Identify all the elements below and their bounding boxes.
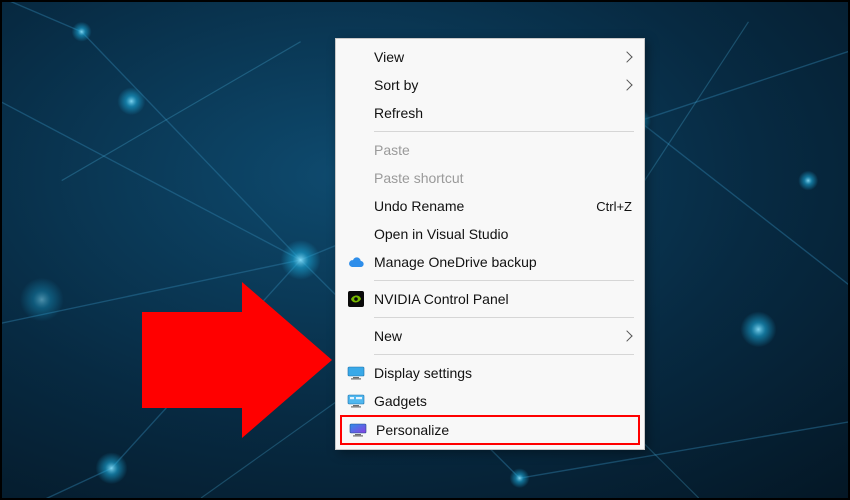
menu-item-display-settings[interactable]: Display settings <box>336 359 644 387</box>
menu-item-undo-rename[interactable]: Undo Rename Ctrl+Z <box>336 192 644 220</box>
blank-icon <box>344 327 368 345</box>
menu-item-gadgets[interactable]: Gadgets <box>336 387 644 415</box>
menu-item-label: Paste shortcut <box>374 170 634 186</box>
menu-separator <box>374 354 634 355</box>
blank-icon <box>344 225 368 243</box>
chevron-right-icon <box>621 79 632 90</box>
menu-separator <box>374 280 634 281</box>
menu-separator <box>374 317 634 318</box>
blank-icon <box>344 76 368 94</box>
desktop-context-menu: View Sort by Refresh Paste Paste shortcu… <box>335 38 645 450</box>
menu-item-label: Sort by <box>374 77 623 93</box>
blank-icon <box>344 169 368 187</box>
menu-item-label: New <box>374 328 623 344</box>
menu-item-paste: Paste <box>336 136 644 164</box>
blank-icon <box>344 48 368 66</box>
menu-item-sort-by[interactable]: Sort by <box>336 71 644 99</box>
menu-item-refresh[interactable]: Refresh <box>336 99 644 127</box>
menu-item-nvidia-control-panel[interactable]: NVIDIA Control Panel <box>336 285 644 313</box>
blank-icon <box>344 141 368 159</box>
menu-item-label: Display settings <box>374 365 634 381</box>
chevron-right-icon <box>621 51 632 62</box>
cloud-icon <box>344 253 368 271</box>
menu-item-label: View <box>374 49 623 65</box>
menu-item-label: Personalize <box>376 422 632 438</box>
menu-item-new[interactable]: New <box>336 322 644 350</box>
gadgets-icon <box>344 392 368 410</box>
menu-item-open-visual-studio[interactable]: Open in Visual Studio <box>336 220 644 248</box>
monitor-icon <box>344 364 368 382</box>
menu-item-shortcut: Ctrl+Z <box>596 199 634 214</box>
chevron-right-icon <box>621 330 632 341</box>
personalize-icon <box>346 421 370 439</box>
menu-item-label: Refresh <box>374 105 634 121</box>
menu-item-label: Gadgets <box>374 393 634 409</box>
menu-item-label: Manage OneDrive backup <box>374 254 634 270</box>
blank-icon <box>344 104 368 122</box>
menu-item-paste-shortcut: Paste shortcut <box>336 164 644 192</box>
menu-item-personalize[interactable]: Personalize <box>340 415 640 445</box>
menu-item-label: NVIDIA Control Panel <box>374 291 634 307</box>
menu-item-label: Paste <box>374 142 634 158</box>
desktop-viewport: View Sort by Refresh Paste Paste shortcu… <box>0 0 850 500</box>
menu-separator <box>374 131 634 132</box>
blank-icon <box>344 197 368 215</box>
menu-item-label: Undo Rename <box>374 198 596 214</box>
nvidia-icon <box>344 290 368 308</box>
menu-item-view[interactable]: View <box>336 43 644 71</box>
menu-item-manage-onedrive[interactable]: Manage OneDrive backup <box>336 248 644 276</box>
menu-item-label: Open in Visual Studio <box>374 226 634 242</box>
